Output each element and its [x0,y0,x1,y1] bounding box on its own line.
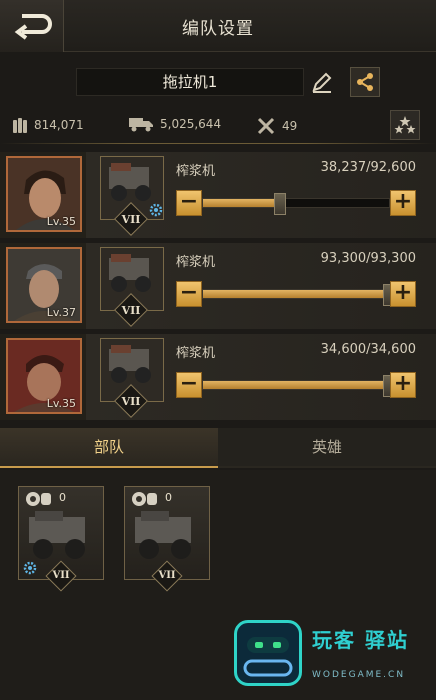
increase-button[interactable]: + [390,281,416,307]
decrease-button[interactable]: − [176,372,202,398]
rank-stars-button[interactable] [390,110,420,140]
vehicle-slot[interactable]: VII [100,338,164,418]
slider-fill [203,290,389,298]
troop-count: 0 [165,491,172,504]
troop-count: 0 [59,491,66,504]
hero-portrait[interactable]: Lv.35 [6,338,82,414]
slider-handle[interactable] [273,193,286,215]
decrease-button[interactable]: − [176,190,202,216]
share-button[interactable] [350,67,380,97]
tab-bar: 部队 英雄 [0,428,436,468]
truck-icon [129,118,153,132]
troop-slider[interactable]: − + [176,190,416,216]
vehicle-image [135,511,191,559]
troop-rank: VII [158,570,176,581]
squad-row: Lv.35 VII 榨浆机 38,237/92,600 − + [0,152,436,238]
tools-value: 49 [282,119,298,133]
slider-fill [203,381,389,389]
unit-count: 38,237/92,600 [320,160,416,175]
vehicle-slot[interactable]: VII [100,247,164,327]
robot-icon [243,637,293,677]
watermark: 玩客 驿站 WODEGAME.CN [230,618,430,696]
vehicle-rank: VII [121,304,141,317]
unit-name: 榨浆机 [176,255,216,270]
troop-slider[interactable]: − + [176,372,416,398]
ammo-stat: 814,071 [12,116,84,134]
unit-count: 93,300/93,300 [320,251,416,266]
ammo-icon [13,118,27,133]
watermark-logo [234,620,302,686]
hero-level: Lv.37 [46,306,76,319]
troop-slider[interactable]: − + [176,281,416,307]
transport-value: 5,025,644 [160,117,222,131]
vehicle-image [109,345,151,383]
tools-icon [257,117,275,135]
unit-name: 榨浆机 [176,346,216,361]
unit-name: 榨浆机 [176,164,216,179]
share-icon [357,73,373,91]
slider-track[interactable] [202,193,390,215]
stats-divider [0,143,436,144]
pencil-icon [312,72,332,93]
transport-stat: 5,025,644 [128,116,221,132]
vehicle-image [29,511,85,559]
hero-portrait[interactable]: Lv.37 [6,247,82,323]
vehicle-slot[interactable]: VII [100,156,164,236]
squad-name-row: 拖拉机1 [0,66,436,100]
tab-troops[interactable]: 部队 [0,428,218,468]
stats-bar: 814,071 5,025,644 49 [0,110,436,142]
vehicle-image [109,163,151,201]
squad-row: Lv.35 VII 榨浆机 34,600/34,600 − + [0,334,436,420]
hero-portrait[interactable]: Lv.35 [6,156,82,232]
slider-track[interactable] [202,284,395,306]
troop-rank: VII [52,570,70,581]
ammo-value: 814,071 [34,118,84,132]
gear-icon [149,203,163,217]
decrease-button[interactable]: − [176,281,202,307]
slider-fill [203,199,280,207]
tools-stat: 49 [256,116,297,136]
increase-button[interactable]: + [390,190,416,216]
troop-card[interactable]: 0 VII [124,486,210,592]
hero-level: Lv.35 [46,215,76,228]
vehicle-rank: VII [121,395,141,408]
page-title: 编队设置 [182,19,254,39]
tab-heroes[interactable]: 英雄 [218,428,436,468]
troop-card[interactable]: 0 VII [18,486,104,592]
edit-name-button[interactable] [310,70,334,94]
watermark-subtitle: WODEGAME.CN [312,670,406,680]
stars-icon [394,116,416,134]
vehicle-image [109,254,151,292]
unit-count: 34,600/34,600 [320,342,416,357]
header-bar: 编队设置 [0,0,436,52]
watermark-title: 玩客 驿站 [312,628,409,652]
squad-row: Lv.37 VII 榨浆机 93,300/93,300 − + [0,243,436,329]
slider-track[interactable] [202,375,395,397]
squad-name-field[interactable]: 拖拉机1 [76,68,304,96]
hero-level: Lv.35 [46,397,76,410]
increase-button[interactable]: + [390,372,416,398]
